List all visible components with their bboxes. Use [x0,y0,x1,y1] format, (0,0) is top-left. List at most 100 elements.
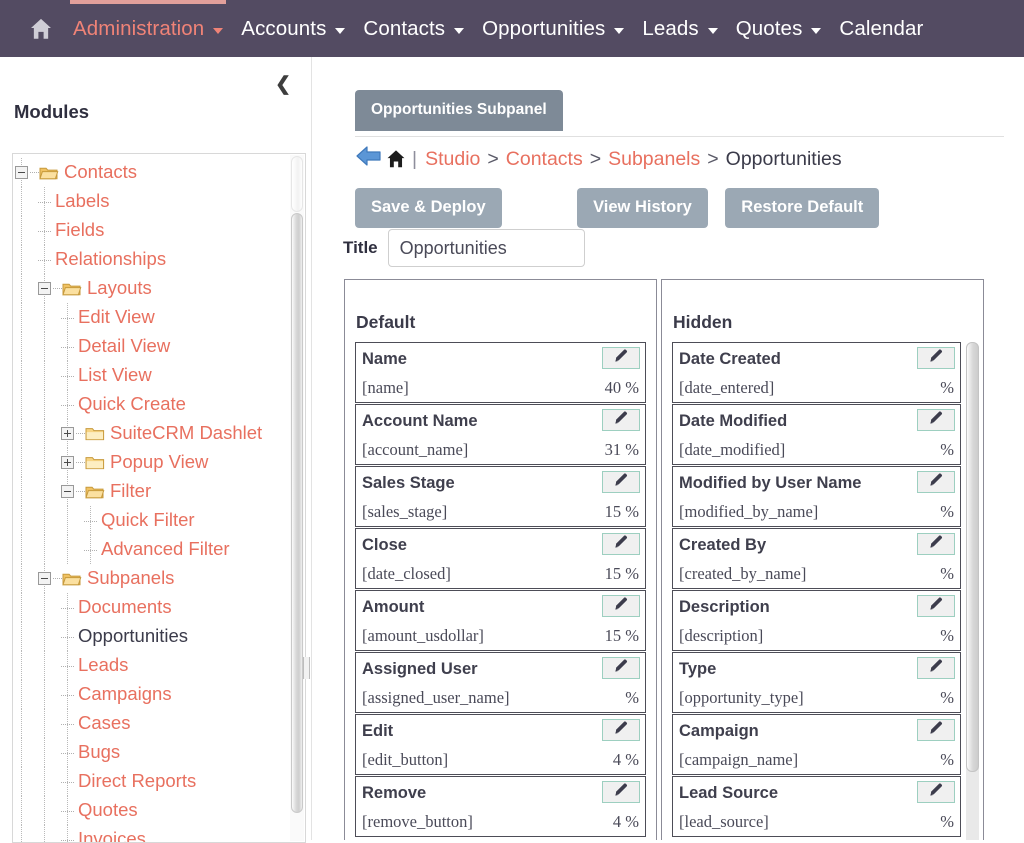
collapse-node-icon[interactable] [38,572,51,585]
hidden-column-scrollbar[interactable] [966,342,979,840]
hidden-column-heading: Hidden [673,312,732,333]
field-edit-button[interactable] [602,347,640,369]
field-item[interactable]: Date Created[date_entered]% [672,342,961,403]
field-label: Edit [362,722,393,741]
tree-item-quick-create[interactable]: Quick Create [13,390,289,419]
field-item[interactable]: Amount[amount_usdollar]15 % [355,590,646,651]
nav-item-opportunities[interactable]: Opportunities [473,0,633,57]
tree-item-popup-view[interactable]: Popup View [13,448,289,477]
tree-item-leads[interactable]: Leads [13,651,289,680]
breadcrumb-item-subpanels[interactable]: Subpanels [608,148,700,170]
tree-item-relationships[interactable]: Relationships [13,245,289,274]
tree-item-bugs[interactable]: Bugs [13,738,289,767]
tab-opportunities-subpanel[interactable]: Opportunities Subpanel [355,90,563,131]
folder-closed-icon [85,455,105,471]
field-item[interactable]: Name[name]40 % [355,342,646,403]
field-edit-button[interactable] [917,533,955,555]
field-edit-button[interactable] [917,409,955,431]
field-item[interactable]: Type[opportunity_type]% [672,652,961,713]
field-item[interactable]: Account Name[account_name]31 % [355,404,646,465]
field-edit-button[interactable] [917,471,955,493]
field-item[interactable]: Remove[remove_button]4 % [355,776,646,837]
field-item[interactable]: Close[date_closed]15 % [355,528,646,589]
field-edit-button[interactable] [917,595,955,617]
tree-scrollbar[interactable] [290,155,304,841]
field-edit-button[interactable] [917,781,955,803]
field-edit-button[interactable] [602,471,640,493]
tree-item-direct-reports[interactable]: Direct Reports [13,767,289,796]
nav-item-quotes[interactable]: Quotes [727,0,831,57]
tree-item-documents[interactable]: Documents [13,593,289,622]
title-input[interactable] [388,229,585,267]
nav-item-leads[interactable]: Leads [633,0,726,57]
field-item[interactable]: Modified by User Name[modified_by_name]% [672,466,961,527]
collapse-node-icon[interactable] [38,282,51,295]
folder-open-icon [62,281,82,297]
save-and-deploy-button[interactable]: Save & Deploy [355,188,502,228]
hidden-column-scrollbar-thumb[interactable] [966,342,979,772]
pencil-icon [613,781,630,803]
field-item[interactable]: Sales Stage[sales_stage]15 % [355,466,646,527]
field-item[interactable]: Edit[edit_button]4 % [355,714,646,775]
sidebar-splitter-handle[interactable] [303,657,310,679]
tree-connector [61,390,78,419]
pencil-icon [928,533,945,555]
field-edit-button[interactable] [602,781,640,803]
back-arrow-icon[interactable] [355,145,383,173]
sidebar-collapse-toggle[interactable]: ❮ [275,75,291,94]
tree-item-invoices[interactable]: Invoices [13,825,289,843]
field-item[interactable]: Created By[created_by_name]% [672,528,961,589]
tree-item-subpanels[interactable]: Subpanels [13,564,289,593]
tree-scrollbar-thumb[interactable] [291,213,303,813]
tree-item-filter[interactable]: Filter [13,477,289,506]
tree-item-label: Layouts [87,279,152,298]
field-item[interactable]: Assigned User[assigned_user_name]% [355,652,646,713]
expand-node-icon[interactable] [61,427,74,440]
field-edit-button[interactable] [602,409,640,431]
tree-scrollbar-track-top [291,156,303,212]
field-edit-button[interactable] [917,657,955,679]
collapse-node-icon[interactable] [61,485,74,498]
breadcrumb-item-contacts[interactable]: Contacts [506,148,583,170]
field-edit-button[interactable] [602,533,640,555]
field-item[interactable]: Date Modified[date_modified]% [672,404,961,465]
tree-item-quotes[interactable]: Quotes [13,796,289,825]
tree-item-campaigns[interactable]: Campaigns [13,680,289,709]
field-label: Name [362,350,407,369]
tree-item-layouts[interactable]: Layouts [13,274,289,303]
tree-item-advanced-filter[interactable]: Advanced Filter [13,535,289,564]
field-width-percent: % [940,688,954,708]
breadcrumb-item-studio[interactable]: Studio [425,148,480,170]
field-label: Amount [362,598,424,617]
field-edit-button[interactable] [602,595,640,617]
home-button[interactable] [18,0,64,57]
restore-default-button[interactable]: Restore Default [725,188,879,228]
tree-item-fields[interactable]: Fields [13,216,289,245]
tree-item-suitecrm-dashlet[interactable]: SuiteCRM Dashlet [13,419,289,448]
nav-item-contacts[interactable]: Contacts [354,0,473,57]
tree-item-detail-view[interactable]: Detail View [13,332,289,361]
field-edit-button[interactable] [917,719,955,741]
tree-guide-line [44,825,45,843]
view-history-button[interactable]: View History [577,188,708,228]
tree-item-quick-filter[interactable]: Quick Filter [13,506,289,535]
nav-items: AdministrationAccountsContactsOpportunit… [64,0,932,57]
expand-node-icon[interactable] [61,456,74,469]
field-item[interactable]: Lead Source[lead_source]% [672,776,961,837]
tree-item-list-view[interactable]: List View [13,361,289,390]
tree-item-contacts[interactable]: Contacts [13,158,289,187]
tree-item-edit-view[interactable]: Edit View [13,303,289,332]
field-item[interactable]: Description[description]% [672,590,961,651]
nav-item-administration[interactable]: Administration [64,0,232,57]
nav-item-accounts[interactable]: Accounts [232,0,354,57]
collapse-node-icon[interactable] [15,166,28,179]
tree-item-labels[interactable]: Labels [13,187,289,216]
breadcrumb-home-icon[interactable] [385,148,407,170]
field-edit-button[interactable] [602,719,640,741]
field-item[interactable]: Campaign[campaign_name]% [672,714,961,775]
tree-item-cases[interactable]: Cases [13,709,289,738]
nav-item-calendar[interactable]: Calendar [830,0,932,57]
field-edit-button[interactable] [602,657,640,679]
field-edit-button[interactable] [917,347,955,369]
tree-guide-line [21,767,22,796]
